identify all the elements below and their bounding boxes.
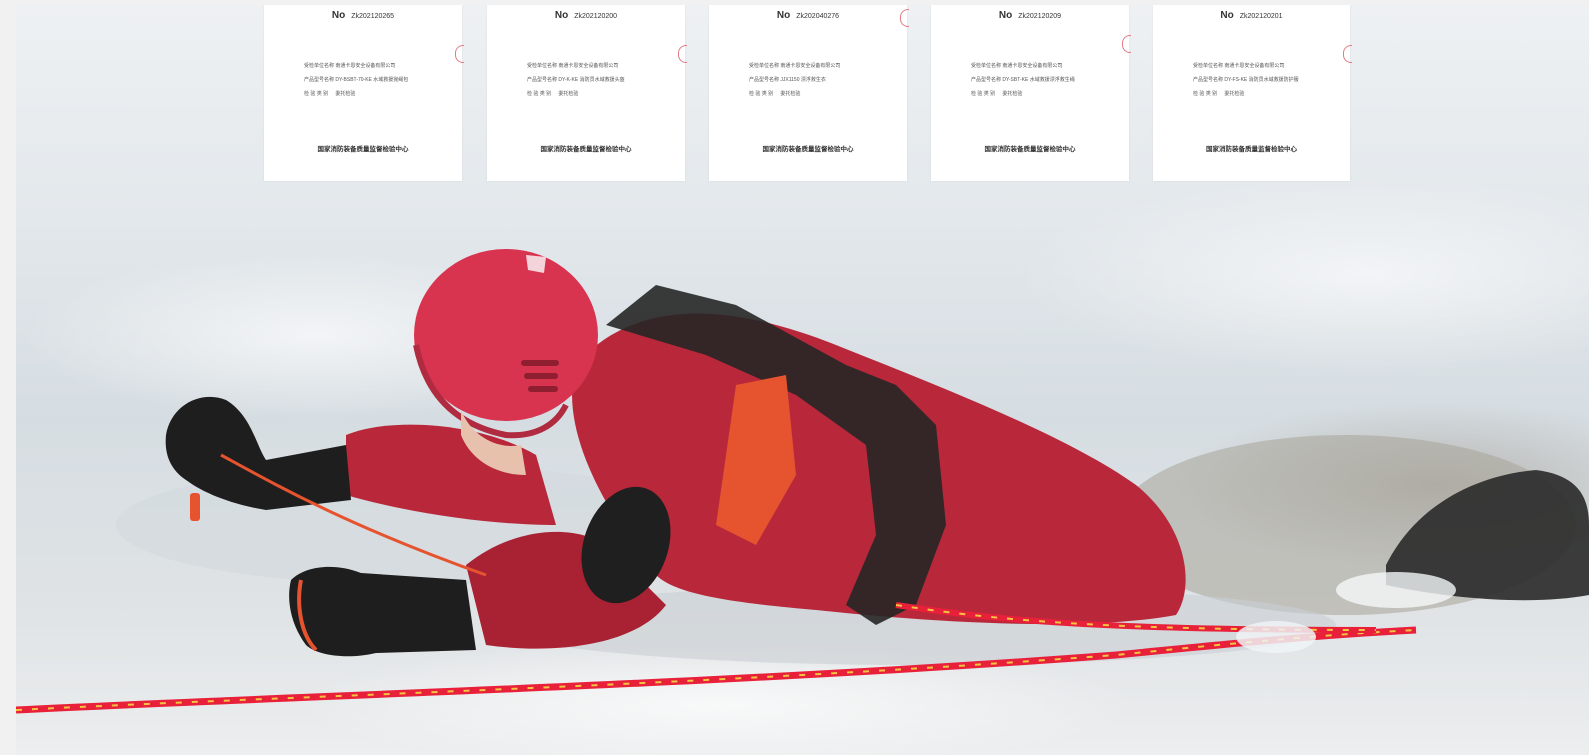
type-row: 检 验 类 别 委托检验 [971, 91, 1023, 97]
issuer-label: 国家消防装备质量监督检验中心 [317, 146, 409, 153]
product-row: 产品型号名称 DY-K-KE 消防员水域救援头盔 [527, 77, 625, 83]
type-row: 检 验 类 别 委托检验 [1193, 91, 1245, 97]
certificate-4: No Zk202120209 受检单位名称 南通卡恩安全设备有限公司 产品型号名称… [931, 5, 1131, 181]
client-row: 受检单位名称 南通卡恩安全设备有限公司 [304, 63, 396, 69]
product-row: 产品型号名称 DY-FS-KE 消防员水域救援防护服 [1193, 77, 1299, 83]
certificate-5: No Zk202120201 受检单位名称 南通卡恩安全设备有限公司 产品型号名称… [1153, 5, 1352, 181]
type-row: 检 验 类 别 委托检验 [749, 91, 801, 97]
product-row: 产品型号名称 DY-BSBT-70-KE 水域救援抛绳包 [304, 77, 409, 83]
issuer-label: 国家消防装备质量监督检验中心 [762, 146, 854, 153]
seal-icon [1343, 45, 1352, 63]
seal-icon [678, 45, 687, 63]
seal-icon [1122, 35, 1131, 53]
certificate-2: No Zk202120200 受检单位名称 南通卡恩安全设备有限公司 产品型号名称… [487, 5, 687, 181]
certificate-3: No Zk202040276 受检单位名称 南通卡恩安全设备有限公司 产品型号名称… [709, 5, 909, 181]
certificate-number: No Zk202120200 [554, 10, 618, 21]
certificate-number: No Zk202120209 [998, 10, 1062, 21]
product-row: 产品型号名称 DY-SBT-KE 水域救援漂浮救生绳 [971, 77, 1075, 83]
client-row: 受检单位名称 南通卡恩安全设备有限公司 [749, 63, 841, 69]
certificate-number: No Zk202120201 [1220, 10, 1283, 21]
client-row: 受检单位名称 南通卡恩安全设备有限公司 [527, 63, 619, 69]
client-row: 受检单位名称 南通卡恩安全设备有限公司 [1193, 63, 1285, 69]
seal-icon [900, 9, 909, 27]
issuer-label: 国家消防装备质量监督检验中心 [540, 146, 632, 153]
product-row: 产品型号名称 JJX1150 漂浮救生衣 [749, 77, 826, 83]
issuer-label: 国家消防装备质量监督检验中心 [984, 146, 1076, 153]
certificate-number: No Zk202040276 [776, 10, 840, 21]
ice-rescue-photo: No Zk202120265 受检单位名称 南通卡恩安全设备有限公司 产品型号名称… [16, 5, 1589, 755]
issuer-label: 国家消防装备质量监督检验中心 [1206, 146, 1297, 153]
type-row: 检 验 类 别 委托检验 [304, 91, 356, 97]
client-row: 受检单位名称 南通卡恩安全设备有限公司 [971, 63, 1063, 69]
seal-icon [455, 45, 464, 63]
certificate-number: No Zk202120265 [331, 10, 395, 21]
certificate-1: No Zk202120265 受检单位名称 南通卡恩安全设备有限公司 产品型号名称… [264, 5, 464, 181]
type-row: 检 验 类 别 委托检验 [527, 91, 579, 97]
